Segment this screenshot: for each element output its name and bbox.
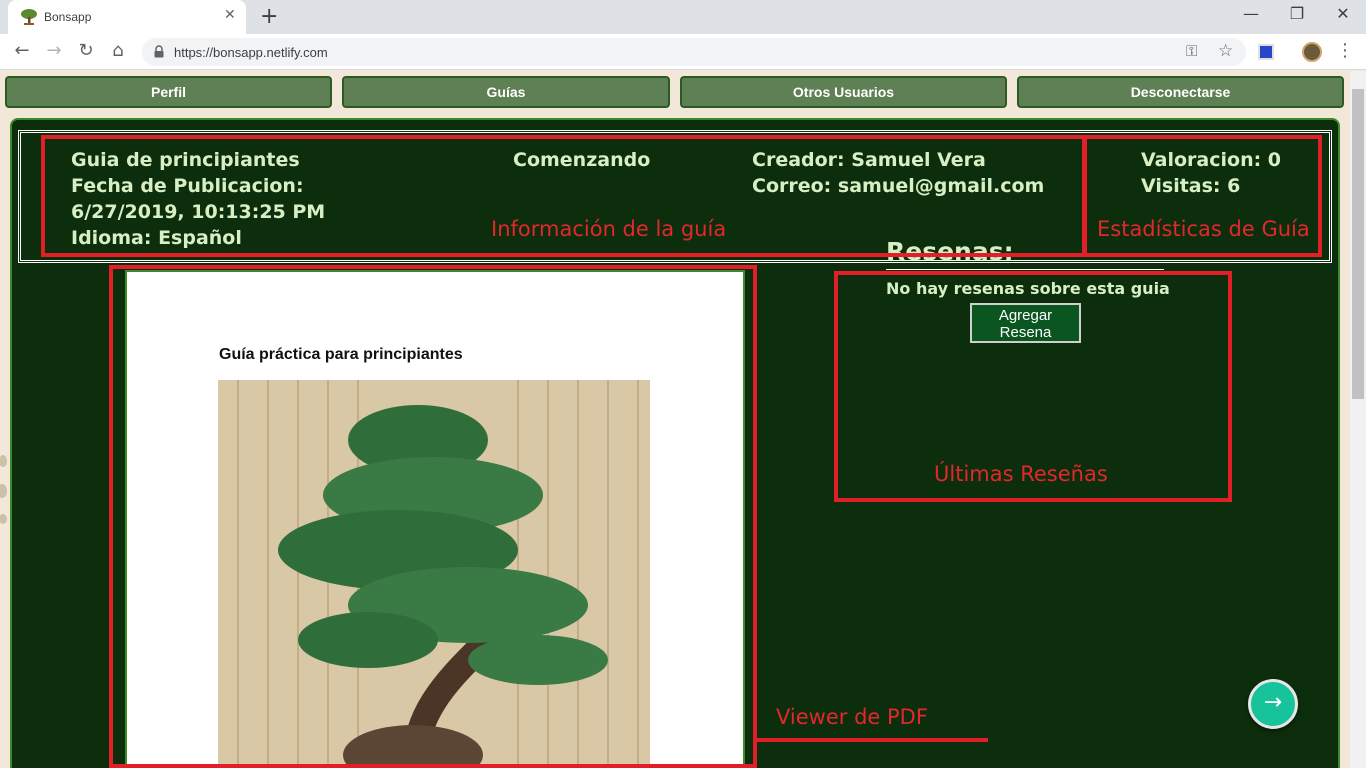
- pdf-viewer-annotation-box: [109, 265, 757, 768]
- new-tab-icon[interactable]: +: [260, 4, 278, 29]
- bonsai-favicon-icon: [21, 9, 37, 25]
- nav-otros-usuarios-button[interactable]: Otros Usuarios: [680, 76, 1007, 108]
- scrollbar-thumb[interactable]: [1352, 89, 1364, 399]
- next-arrow-button[interactable]: →: [1248, 679, 1298, 729]
- extension-icon[interactable]: [1258, 44, 1274, 60]
- tab-title: Bonsapp: [44, 10, 92, 24]
- page-scrollbar[interactable]: [1350, 71, 1366, 768]
- browser-tab[interactable]: Bonsapp ✕: [8, 0, 246, 34]
- nav-perfil-button[interactable]: Perfil: [5, 76, 332, 108]
- home-icon[interactable]: ⌂: [106, 40, 130, 61]
- guide-info-annotation-label: Información de la guía: [491, 217, 727, 241]
- page-content: Perfil Guías Otros Usuarios Desconectars…: [0, 71, 1350, 768]
- profile-avatar[interactable]: [1302, 42, 1322, 62]
- leaf-decoration-icon: [0, 455, 7, 524]
- tab-close-icon[interactable]: ✕: [224, 7, 236, 23]
- nav-desconectarse-button[interactable]: Desconectarse: [1017, 76, 1344, 108]
- key-icon[interactable]: ⚿: [1186, 42, 1197, 60]
- url-text: https://bonsapp.netlify.com: [174, 45, 328, 60]
- window-close-icon[interactable]: ✕: [1320, 4, 1366, 23]
- address-bar[interactable]: https://bonsapp.netlify.com ⚿ ☆: [142, 38, 1246, 66]
- guide-stats-annotation-label: Estadísticas de Guía: [1097, 217, 1310, 241]
- reviews-annotation-label: Últimas Reseñas: [934, 462, 1108, 486]
- minimize-icon[interactable]: —: [1228, 4, 1274, 23]
- browser-menu-icon[interactable]: ⋮: [1336, 40, 1354, 61]
- lock-icon: [154, 45, 164, 58]
- bookmark-star-icon[interactable]: ☆: [1218, 41, 1233, 61]
- pdf-viewer-annotation-pointer: [757, 738, 988, 742]
- reload-icon[interactable]: ↻: [74, 40, 98, 61]
- pdf-viewer-annotation-label: Viewer de PDF: [776, 705, 928, 729]
- nav-guias-button[interactable]: Guías: [342, 76, 670, 108]
- browser-toolbar: ← → ↻ ⌂ https://bonsapp.netlify.com ⚿ ☆ …: [0, 34, 1366, 70]
- back-icon[interactable]: ←: [10, 40, 34, 61]
- browser-tab-strip: Bonsapp ✕ + — ❐ ✕: [0, 0, 1366, 34]
- forward-icon[interactable]: →: [42, 40, 66, 61]
- restore-icon[interactable]: ❐: [1274, 4, 1320, 23]
